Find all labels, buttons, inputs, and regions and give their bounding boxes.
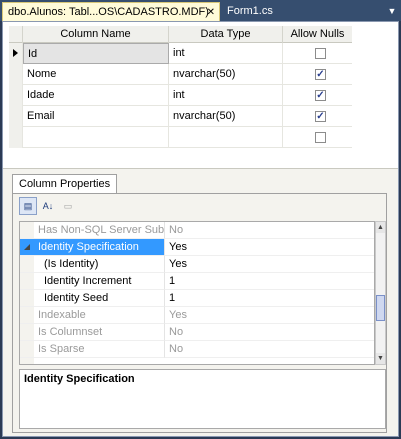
tab-table-designer[interactable]: dbo.Alunos: Tabl...OS\CADASTRO.MDF) ✕ [2,2,220,21]
chevron-down-icon[interactable]: ▼ [385,4,399,18]
allow-nulls-cell [283,127,352,148]
data-type-cell[interactable]: int [169,85,283,106]
tab-form1-label: Form1.cs [227,5,273,17]
property-row[interactable]: Is Columnset No [20,324,374,341]
property-toolbar: ▤ A↓ ▭ [19,197,77,217]
allow-nulls-cell: ✓ [283,85,352,106]
tab-table-designer-label: dbo.Alunos: Tabl...OS\CADASTRO.MDF) [8,6,209,18]
data-type-header: Data Type [169,26,283,43]
property-row[interactable]: Identity Seed 1 [20,290,374,307]
columns-grid: Column Name Data Type Allow Nulls Id int… [9,26,352,148]
allow-nulls-checkbox[interactable] [315,132,326,143]
table-row-new[interactable] [9,127,352,148]
table-row[interactable]: Id int [9,43,352,64]
column-name-cell[interactable]: Idade [23,85,169,106]
property-row[interactable]: Identity Increment 1 [20,273,374,290]
allow-nulls-cell [283,43,352,64]
property-name: Indexable [20,307,165,324]
description-title: Identity Specification [24,373,135,385]
property-row[interactable]: Is Sparse No [20,341,374,358]
scroll-down-icon[interactable]: ▼ [376,353,385,364]
property-value[interactable]: No [165,222,374,239]
allow-nulls-checkbox[interactable]: ✓ [315,111,326,122]
property-value[interactable]: Yes [165,307,374,324]
row-selector-header [9,26,23,43]
data-type-cell[interactable] [169,127,283,148]
allow-nulls-cell: ✓ [283,64,352,85]
property-value[interactable]: 1 [165,273,374,290]
property-row[interactable]: (Is Identity) Yes [20,256,374,273]
scroll-up-icon[interactable]: ▲ [376,222,385,233]
sort-alphabetical-icon[interactable]: A↓ [39,197,57,215]
column-name-cell[interactable]: Id [23,43,169,64]
current-row-arrow-icon [13,49,18,57]
table-designer: Column Name Data Type Allow Nulls Id int… [2,21,399,437]
allow-nulls-header: Allow Nulls [290,28,345,40]
column-name-cell[interactable]: Nome [23,64,169,85]
collapse-icon[interactable] [24,244,30,250]
column-properties-panel: ▤ A↓ ▭ Has Non-SQL Server Subscr No Iden… [12,193,387,433]
close-icon[interactable]: ✕ [207,3,215,22]
allow-nulls-checkbox[interactable] [315,48,326,59]
property-pages-icon[interactable]: ▭ [59,197,77,215]
allow-nulls-cell: ✓ [283,106,352,127]
property-row-selected[interactable]: Identity Specification Yes [20,239,374,256]
categorized-icon[interactable]: ▤ [19,197,37,215]
property-row[interactable]: Has Non-SQL Server Subscr No [20,222,374,239]
property-row[interactable]: Indexable Yes [20,307,374,324]
tab-form1[interactable]: Form1.cs [222,2,282,21]
property-grid-scrollbar[interactable]: ▲ ▼ [375,221,386,365]
allow-nulls-checkbox[interactable]: ✓ [315,69,326,80]
property-name: Is Sparse [20,341,165,358]
column-name-cell[interactable]: Email [23,106,169,127]
grid-header: Column Name Data Type Allow Nulls [9,26,352,43]
row-selector[interactable] [9,106,23,127]
property-value[interactable]: 1 [165,290,374,307]
column-properties-area: Column Properties ▤ A↓ ▭ Has Non-SQL Ser… [3,168,398,436]
data-type-cell[interactable]: int [169,43,283,64]
table-row[interactable]: Nome nvarchar(50) ✓ [9,64,352,85]
property-name: Identity Specification [20,239,165,256]
property-grid: Has Non-SQL Server Subscr No Identity Sp… [19,221,375,365]
scrollbar-thumb[interactable] [376,295,385,321]
property-name: (Is Identity) [20,256,165,273]
column-name-header: Column Name [23,26,169,43]
property-value[interactable]: No [165,341,374,358]
property-description: Identity Specification [19,369,386,429]
property-value[interactable]: Yes [165,256,374,273]
document-tab-strip: dbo.Alunos: Tabl...OS\CADASTRO.MDF) ✕ Fo… [0,0,401,21]
property-name: Is Columnset [20,324,165,341]
row-selector[interactable] [9,127,23,148]
property-name: Identity Seed [20,290,165,307]
table-row[interactable]: Idade int ✓ [9,85,352,106]
data-type-cell[interactable]: nvarchar(50) [169,106,283,127]
row-selector[interactable] [9,43,23,64]
table-row[interactable]: Email nvarchar(50) ✓ [9,106,352,127]
row-selector[interactable] [9,85,23,106]
property-name: Has Non-SQL Server Subscr [20,222,165,239]
row-selector[interactable] [9,64,23,85]
property-value[interactable]: No [165,324,374,341]
column-name-cell[interactable] [23,127,169,148]
tab-column-properties[interactable]: Column Properties [12,174,118,193]
data-type-cell[interactable]: nvarchar(50) [169,64,283,85]
property-value[interactable]: Yes [165,239,374,256]
property-name: Identity Increment [20,273,165,290]
allow-nulls-checkbox[interactable]: ✓ [315,90,326,101]
